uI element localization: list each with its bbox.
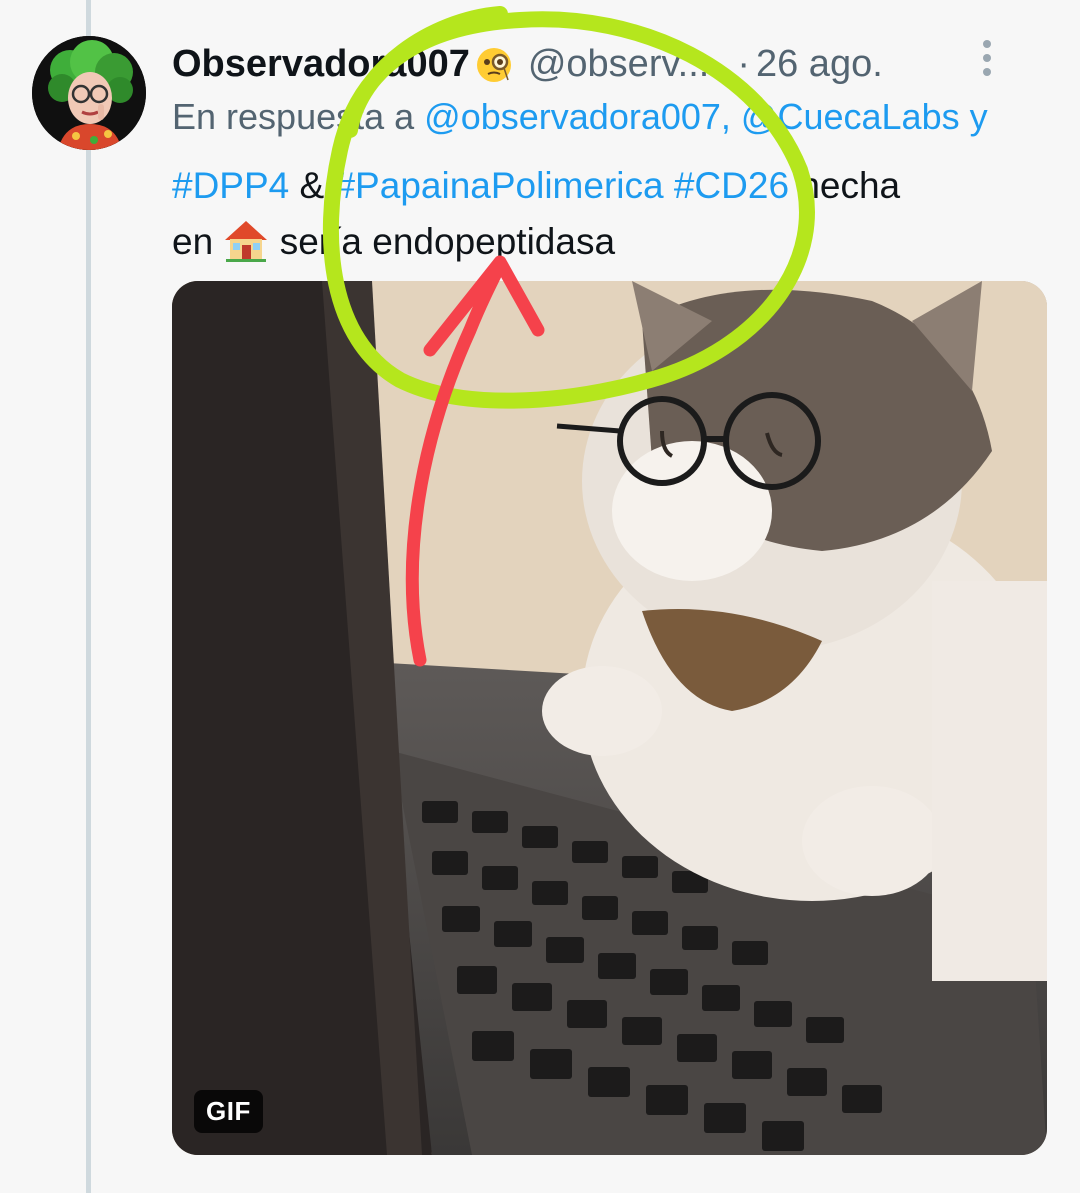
thread-connector-line xyxy=(86,0,91,1193)
reply-context: En respuesta a @observadora007, @CuecaLa… xyxy=(172,96,1072,146)
house-emoji-icon xyxy=(225,221,268,262)
tweet-header: Observadora007 @observ... · 26 ago. xyxy=(172,38,1032,90)
tweet-date[interactable]: 26 ago. xyxy=(756,43,883,86)
reply-prefix: En respuesta a xyxy=(172,96,415,137)
conjunction-text: & xyxy=(299,165,325,206)
body-text-1: hecha xyxy=(799,165,901,206)
date-separator: · xyxy=(737,42,750,85)
gif-media[interactable]: GIF xyxy=(172,281,1047,1155)
hashtag-cd26[interactable]: #CD26 xyxy=(674,165,789,206)
body-text-2: en xyxy=(172,221,214,262)
hashtag-dpp4[interactable]: #DPP4 xyxy=(172,165,289,206)
tweet-body: #DPP4 & #PapainaPolimerica #CD26 hecha e… xyxy=(172,158,1052,270)
reply-mentions[interactable]: @observadora007, @CuecaLabs y xyxy=(424,96,987,137)
hashtag-papaina-polimerica[interactable]: #PapainaPolimerica xyxy=(334,165,663,206)
body-text-3: sería endopeptidasa xyxy=(279,221,616,262)
avatar[interactable] xyxy=(32,36,146,150)
more-options-icon[interactable] xyxy=(972,38,1002,90)
monocle-face-emoji-icon xyxy=(476,48,511,82)
gif-badge: GIF xyxy=(194,1090,263,1133)
author-handle[interactable]: @observ... xyxy=(528,43,709,86)
author-display-name[interactable]: Observadora007 xyxy=(172,43,470,86)
avatar-illustration-icon xyxy=(32,36,146,150)
cat-with-glasses-laptop-gif-icon xyxy=(172,281,1047,1155)
